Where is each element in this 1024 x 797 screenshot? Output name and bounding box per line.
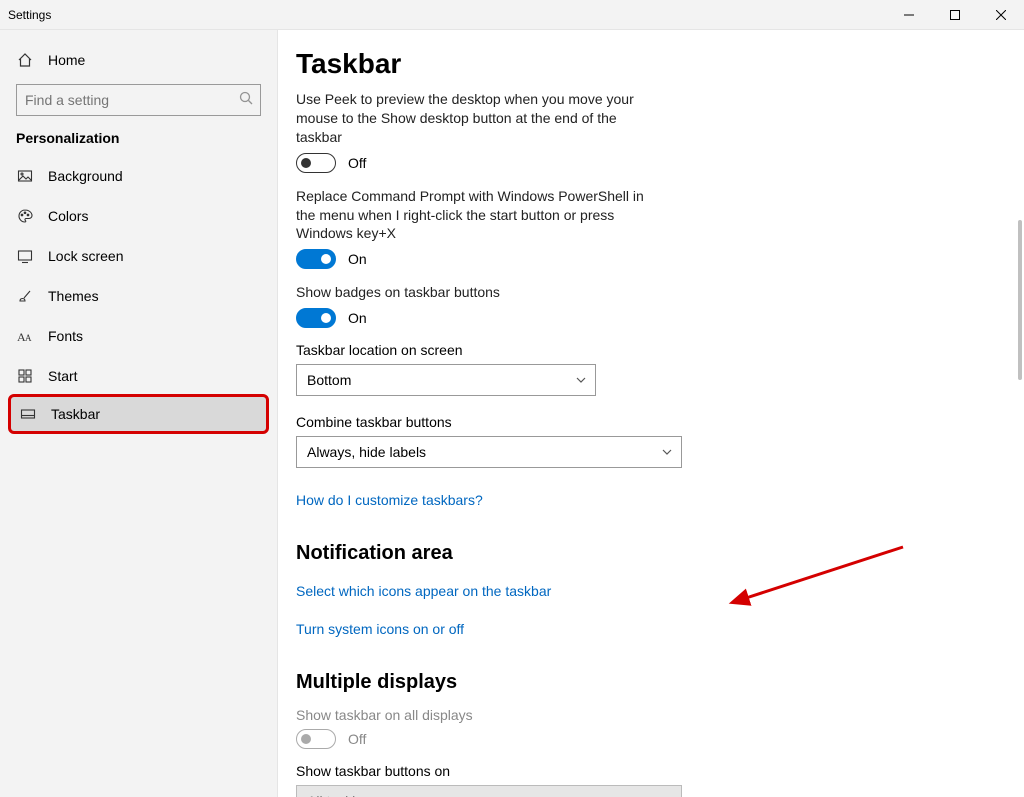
sidebar-item-label: Taskbar	[51, 406, 100, 422]
section-multiple-displays: Multiple displays	[296, 671, 1024, 694]
badges-toggle[interactable]	[296, 308, 336, 328]
start-grid-icon	[16, 367, 34, 385]
monitor-icon	[16, 247, 34, 265]
sidebar-item-fonts[interactable]: A A Fonts	[0, 316, 277, 356]
powershell-state: On	[348, 251, 367, 267]
minimize-button[interactable]	[886, 0, 932, 30]
multi-state: Off	[348, 731, 366, 747]
show-on-label: Show taskbar buttons on	[296, 763, 1024, 779]
svg-text:A: A	[25, 333, 32, 343]
sidebar-item-themes[interactable]: Themes	[0, 276, 277, 316]
brush-icon	[16, 287, 34, 305]
section-notification-area: Notification area	[296, 542, 1024, 565]
page-title: Taskbar	[296, 48, 1024, 80]
badges-description: Show badges on taskbar buttons	[296, 283, 666, 302]
badges-state: On	[348, 310, 367, 326]
picture-icon	[16, 167, 34, 185]
sidebar-home-label: Home	[48, 52, 85, 68]
powershell-description: Replace Command Prompt with Windows Powe…	[296, 187, 666, 244]
home-icon	[16, 51, 34, 69]
multi-description: Show taskbar on all displays	[296, 706, 666, 725]
sidebar-item-colors[interactable]: Colors	[0, 196, 277, 236]
combine-value: Always, hide labels	[307, 444, 426, 460]
multi-toggle	[296, 729, 336, 749]
peek-state: Off	[348, 155, 366, 171]
location-label: Taskbar location on screen	[296, 342, 1024, 358]
combine-select[interactable]: Always, hide labels	[296, 436, 682, 468]
combine-label: Combine taskbar buttons	[296, 414, 1024, 430]
titlebar: Settings	[0, 0, 1024, 30]
sidebar-item-label: Start	[48, 368, 78, 384]
sidebar-item-lockscreen[interactable]: Lock screen	[0, 236, 277, 276]
link-customize-taskbars[interactable]: How do I customize taskbars?	[296, 492, 483, 508]
sidebar-item-label: Fonts	[48, 328, 83, 344]
location-select[interactable]: Bottom	[296, 364, 596, 396]
sidebar-item-start[interactable]: Start	[0, 356, 277, 396]
show-on-select: All taskbars	[296, 785, 682, 797]
font-icon: A A	[16, 327, 34, 345]
scrollbar[interactable]	[1018, 220, 1022, 380]
sidebar: Home Personalization Background	[0, 30, 278, 797]
link-system-icons[interactable]: Turn system icons on or off	[296, 621, 464, 637]
chevron-down-icon	[575, 374, 587, 386]
show-on-value: All taskbars	[307, 793, 379, 797]
peek-description: Use Peek to preview the desktop when you…	[296, 90, 666, 147]
search-input[interactable]	[16, 84, 261, 116]
close-button[interactable]	[978, 0, 1024, 30]
maximize-button[interactable]	[932, 0, 978, 30]
sidebar-home[interactable]: Home	[0, 40, 277, 80]
sidebar-item-background[interactable]: Background	[0, 156, 277, 196]
sidebar-item-label: Lock screen	[48, 248, 123, 264]
location-value: Bottom	[307, 372, 351, 388]
sidebar-item-label: Background	[48, 168, 123, 184]
sidebar-item-label: Colors	[48, 208, 88, 224]
chevron-down-icon	[661, 446, 673, 458]
window-title: Settings	[8, 8, 51, 22]
peek-toggle[interactable]	[296, 153, 336, 173]
content-area: Taskbar Use Peek to preview the desktop …	[278, 30, 1024, 797]
sidebar-item-label: Themes	[48, 288, 99, 304]
link-select-icons[interactable]: Select which icons appear on the taskbar	[296, 583, 551, 599]
sidebar-section-title: Personalization	[0, 130, 277, 156]
powershell-toggle[interactable]	[296, 249, 336, 269]
sidebar-item-taskbar[interactable]: Taskbar	[8, 394, 269, 434]
palette-icon	[16, 207, 34, 225]
taskbar-icon	[19, 405, 37, 423]
search-icon	[239, 91, 253, 105]
